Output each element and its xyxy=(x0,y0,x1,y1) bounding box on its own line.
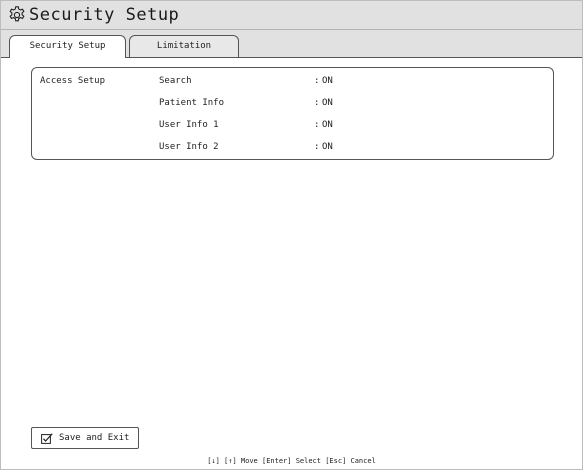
setting-label: Search xyxy=(159,76,192,86)
security-setup-screen: Security Setup Security Setup Limitation… xyxy=(0,0,583,470)
tab-security-setup[interactable]: Security Setup xyxy=(9,35,126,58)
separator: : xyxy=(314,76,320,86)
save-and-exit-label: Save and Exit xyxy=(59,433,130,443)
setting-row-patient-info[interactable]: Patient Info : ON xyxy=(32,93,553,113)
setting-row-search[interactable]: Access Setup Search : ON xyxy=(32,71,553,91)
save-and-exit-button[interactable]: Save and Exit xyxy=(31,427,139,449)
setting-value: ON xyxy=(322,120,333,130)
setting-value: ON xyxy=(322,98,333,108)
setting-row-user-info-2[interactable]: User Info 2 : ON xyxy=(32,137,553,157)
separator: : xyxy=(314,120,320,130)
access-setup-group-label: Access Setup xyxy=(40,76,106,86)
page-title: Security Setup xyxy=(29,5,180,25)
title-bar: Security Setup xyxy=(1,1,582,30)
setting-label: User Info 1 xyxy=(159,120,219,130)
check-box-icon xyxy=(41,433,53,444)
gear-icon xyxy=(9,6,25,22)
separator: : xyxy=(314,142,320,152)
setting-row-user-info-1[interactable]: User Info 1 : ON xyxy=(32,115,553,135)
tab-bar: Security Setup Limitation xyxy=(1,30,582,58)
setting-label: User Info 2 xyxy=(159,142,219,152)
tab-limitation[interactable]: Limitation xyxy=(129,35,239,57)
setting-label: Patient Info xyxy=(159,98,225,108)
key-help-text: [↓] [↑] Move [Enter] Select [Esc] Cancel xyxy=(207,457,376,465)
separator: : xyxy=(314,98,320,108)
setting-value: ON xyxy=(322,76,333,86)
access-setup-panel: Access Setup Search : ON Patient Info : … xyxy=(31,67,554,160)
setting-value: ON xyxy=(322,142,333,152)
